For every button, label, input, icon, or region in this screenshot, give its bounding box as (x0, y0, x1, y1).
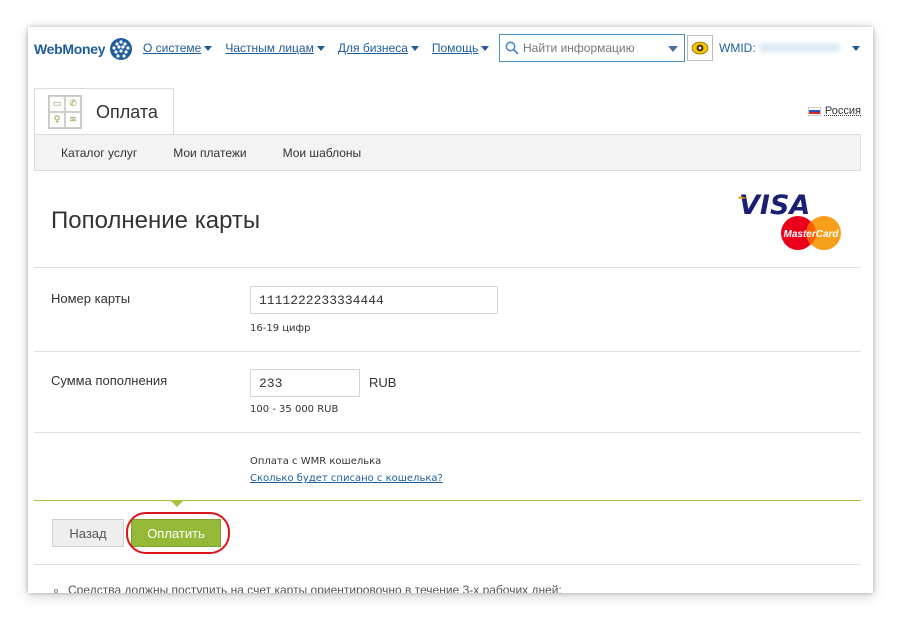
sub-navigation: Каталог услуг Мои платежи Мои шаблоны (34, 134, 861, 171)
main-nav: О системе Частным лицам Для бизнеса Помо… (143, 41, 490, 55)
tv-icon: ▭ (49, 96, 65, 112)
tab-title: Оплата (96, 102, 158, 122)
search-input[interactable] (523, 41, 663, 55)
back-button[interactable]: Назад (52, 519, 124, 547)
phone-icon: ✆ (65, 96, 81, 112)
amount-hint: 100 - 35 000 RUB (250, 404, 339, 415)
subnav-catalog[interactable]: Каталог услуг (61, 146, 137, 160)
bulb-icon: ♀ (49, 112, 65, 128)
card-brands-logo: VISA MasterCard (738, 190, 841, 250)
logo-text: WebMoney (34, 41, 106, 57)
top-navigation: WebMoney О системе Частным лицам Для биз… (28, 27, 873, 71)
how-much-link[interactable]: Сколько будет списано с кошелька? (250, 473, 443, 484)
services-grid-icon: ▭ ✆ ♀ ≋ (48, 95, 82, 129)
nav-about[interactable]: О системе (143, 41, 213, 55)
delivery-note: Средства должны поступить на счет карты … (54, 583, 562, 593)
globe-icon (110, 38, 133, 60)
pay-button[interactable]: Оплатить (131, 519, 221, 547)
subnav-my-templates[interactable]: Мои шаблоны (283, 146, 362, 160)
divider (34, 267, 861, 268)
search-icon (505, 41, 519, 55)
divider-notch (170, 500, 184, 507)
pay-from-wallet: Оплата с WMR кошелька (250, 456, 382, 467)
page-title: Пополнение карты (51, 207, 261, 234)
chevron-down-icon (481, 45, 490, 51)
region-label: Россия (824, 105, 861, 117)
search-dropdown-icon[interactable] (668, 46, 678, 52)
currency-label: RUB (369, 375, 397, 390)
card-number-label: Номер карты (51, 291, 131, 306)
card-number-hint: 16-19 цифр (250, 323, 311, 334)
chevron-down-icon (410, 45, 419, 51)
chevron-down-icon (316, 45, 325, 51)
mastercard-logo: MasterCard (783, 229, 839, 240)
nav-business[interactable]: Для бизнеса (338, 41, 419, 55)
nav-help[interactable]: Помощь (432, 41, 490, 55)
card-number-input[interactable] (250, 286, 498, 314)
divider (34, 351, 861, 352)
webmoney-logo[interactable]: WebMoney (34, 37, 133, 61)
wifi-icon: ≋ (65, 112, 81, 128)
note-text: Средства должны поступить на счет карты … (68, 583, 562, 593)
divider (34, 432, 861, 433)
region-selector[interactable]: Россия (807, 105, 861, 117)
subnav-my-payments[interactable]: Мои платежи (173, 146, 246, 160)
amount-input[interactable] (250, 369, 360, 397)
wmid-label: WMID: (719, 41, 756, 55)
green-divider (34, 500, 861, 501)
search-box (499, 34, 685, 62)
wmid-value: 000000000000 (759, 41, 840, 55)
nav-personal[interactable]: Частным лицам (225, 41, 325, 55)
bullet-icon (54, 588, 58, 593)
wmid-block[interactable]: WMID: 000000000000 (687, 35, 860, 61)
chevron-down-icon (204, 45, 213, 51)
divider (34, 564, 861, 565)
russia-flag-icon (807, 106, 821, 116)
browser-window: WebMoney О системе Частным лицам Для биз… (28, 27, 873, 593)
keeper-eye-icon (687, 35, 713, 61)
amount-label: Сумма пополнения (51, 373, 168, 388)
service-tab-payment[interactable]: ▭ ✆ ♀ ≋ Оплата (34, 88, 174, 134)
chevron-down-icon[interactable] (851, 45, 860, 51)
